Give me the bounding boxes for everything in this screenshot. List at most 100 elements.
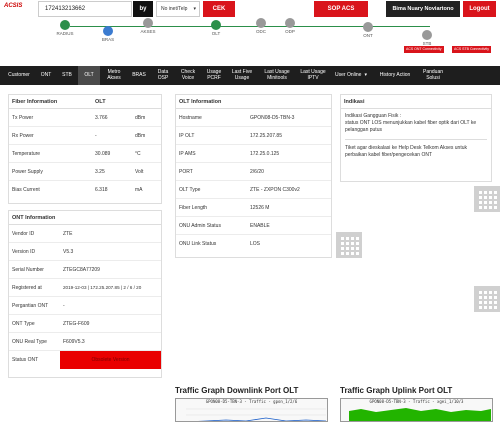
row-value: ZTEG-F609 xyxy=(63,321,90,327)
downlink-graph-title: Traffic Graph Downlink Port OLT xyxy=(175,386,299,395)
ont-info-title: ONT Information xyxy=(9,211,161,225)
tab-bras[interactable]: BRAS xyxy=(128,66,150,85)
tab-data-osp[interactable]: Data OSP xyxy=(152,66,174,85)
chevron-down-icon: ▾ xyxy=(193,6,196,12)
stb-icon xyxy=(422,30,432,40)
row-value: ZTEGC8A77209 xyxy=(63,267,100,273)
row-key: ONU Admin Status xyxy=(179,223,221,229)
downlink-traffic-graph[interactable]: GPON08-D5-TBN-3 - Traffic - gpon_1/2/6 xyxy=(175,398,328,422)
ont-row: Serial Number ZTEGC8A77209 xyxy=(9,261,161,279)
row-value: 3.25 xyxy=(95,169,105,175)
tab-check-voice[interactable]: Check Voice xyxy=(176,66,200,85)
row-value: - xyxy=(95,133,97,139)
fiber-row: Bias Current 6.318 mA xyxy=(9,181,161,199)
indikasi-text: Tiket agar dieskalasi ke Help Desk Telko… xyxy=(345,139,487,159)
row-value: ZTE - ZXPON C300v2 xyxy=(250,187,300,193)
check-button[interactable]: CEK xyxy=(203,1,235,17)
topology-node-bras[interactable]: BRAS xyxy=(93,26,123,42)
qr-watermark xyxy=(336,232,362,258)
qr-watermark xyxy=(474,186,500,212)
row-value: V5.3 xyxy=(63,249,74,255)
olt-info-title: OLT Information xyxy=(176,95,331,109)
node-label: ODC xyxy=(256,29,266,34)
main-nav: Customer ONT STB OLT Metro Akses BRAS Da… xyxy=(0,66,500,85)
ont-row: ONU Real Type F609V5.3 xyxy=(9,333,161,351)
node-label: OLT xyxy=(211,31,221,36)
olt-row: Hostname GPON08-D5-TBN-3 xyxy=(176,109,331,127)
row-key: Tx Power xyxy=(12,115,34,121)
row-key: OLT Type xyxy=(179,187,201,193)
downlink-graph-plot xyxy=(186,408,327,421)
fiber-info-panel: Fiber Information OLT Tx Power 3.766 dBm… xyxy=(8,94,162,204)
tab-last-usage-iptv[interactable]: Last Usage IPTV xyxy=(298,66,328,85)
app-logo[interactable]: ACSIS xyxy=(4,3,22,9)
acs-stb-connectivity-button[interactable]: ACS STB Connectivity xyxy=(452,46,492,53)
tab-user-online[interactable]: User Online ▾ xyxy=(330,66,372,85)
row-key: Pergantian ONT xyxy=(12,303,49,309)
row-value: 12526 M xyxy=(250,205,270,211)
row-value: GPON08-D5-TBN-3 xyxy=(250,115,295,121)
tab-usage-pcrf[interactable]: Usage PCRF xyxy=(202,66,226,85)
ont-row: ONT Type ZTEG-F609 xyxy=(9,315,161,333)
row-key: Rx Power xyxy=(12,133,34,139)
row-value: 30.089 xyxy=(95,151,111,157)
uplink-traffic-graph[interactable]: GPON08-D5-TBN-3 - Traffic - xgei_1/10/3 xyxy=(340,398,493,422)
row-key: ONT Type xyxy=(12,321,35,327)
topology-node-radius[interactable]: RADIUS xyxy=(50,20,80,36)
row-value: 172.25.0.125 xyxy=(250,151,280,157)
ont-icon xyxy=(363,22,373,32)
tab-panduan-solusi[interactable]: Panduan Solusi xyxy=(418,66,448,85)
topology-node-akses[interactable]: AKSES xyxy=(133,18,163,34)
topology-node-stb[interactable]: STB xyxy=(412,30,442,46)
row-unit: dBm xyxy=(135,133,146,139)
tab-history-action[interactable]: History Action xyxy=(376,66,414,85)
search-input[interactable]: 172413213662 xyxy=(38,1,132,17)
row-key: Hostname xyxy=(179,115,202,121)
fiber-row: Power Supply 3.25 Volt xyxy=(9,163,161,181)
tab-last-five-usage[interactable]: Last Five Usage xyxy=(228,66,256,85)
user-name-button[interactable]: Bima Nuary Noviartono xyxy=(386,1,460,17)
row-key: Version ID xyxy=(12,249,36,255)
uplink-graph-plot xyxy=(349,408,491,421)
search-mode-select[interactable]: No inet/Telp ▾ xyxy=(156,1,200,17)
fiber-row: Rx Power - dBm xyxy=(9,127,161,145)
row-key: PORT xyxy=(179,169,193,175)
topology-node-odc[interactable]: ODC xyxy=(246,18,276,34)
row-key: ONU Link Status xyxy=(179,241,217,247)
ont-info-panel: ONT Information Vendor ID ZTE Version ID… xyxy=(8,210,162,378)
network-topology: RADIUS BRAS AKSES OLT ODC ODP ONT STB AC… xyxy=(0,18,500,66)
olt-row: IP AMS 172.25.0.125 xyxy=(176,145,331,163)
tab-metro-akses[interactable]: Metro Akses xyxy=(102,66,126,85)
tab-last-usage-minitools[interactable]: Last Usage Minitools xyxy=(258,66,296,85)
acs-ont-connectivity-button[interactable]: ACS ONT Connectivity xyxy=(404,46,444,53)
switch-icon xyxy=(143,18,153,28)
olt-row: ONU Link Status LOS xyxy=(176,235,331,253)
row-value: ZTE xyxy=(63,231,73,237)
tab-stb[interactable]: STB xyxy=(57,66,77,85)
sop-acs-button[interactable]: SOP ACS xyxy=(314,1,368,17)
tab-ont[interactable]: ONT xyxy=(36,66,56,85)
node-label: ONT xyxy=(363,33,373,38)
topology-node-olt[interactable]: OLT xyxy=(201,20,231,36)
row-key: Fiber Length xyxy=(179,205,208,211)
search-mode-value: No inet/Telp xyxy=(161,6,188,12)
indikasi-title: Indikasi xyxy=(341,95,491,109)
chevron-down-icon: ▾ xyxy=(364,71,367,78)
fiber-row: Temperature 30.089 °C xyxy=(9,145,161,163)
ont-row: Vendor ID ZTE xyxy=(9,225,161,243)
tab-customer[interactable]: Customer xyxy=(4,66,34,85)
row-key: IP OLT xyxy=(179,133,195,139)
topology-node-odp[interactable]: ODP xyxy=(275,18,305,34)
indikasi-body: Indikasi Gangguan Fisik : status ONT LOS… xyxy=(341,109,491,163)
topology-node-ont[interactable]: ONT xyxy=(353,22,383,38)
ont-row: Pergantian ONT - xyxy=(9,297,161,315)
row-key: Serial Number xyxy=(12,267,44,273)
logout-button[interactable]: Logout xyxy=(463,1,496,17)
fiber-info-header: Fiber Information OLT xyxy=(9,95,161,109)
node-label: AKSES xyxy=(140,29,156,34)
row-key: Status ONT xyxy=(12,357,39,363)
ont-row: Version ID V5.3 xyxy=(9,243,161,261)
indikasi-panel: Indikasi Indikasi Gangguan Fisik : statu… xyxy=(340,94,492,182)
row-key: Temperature xyxy=(12,151,41,157)
tab-olt[interactable]: OLT xyxy=(78,66,100,85)
